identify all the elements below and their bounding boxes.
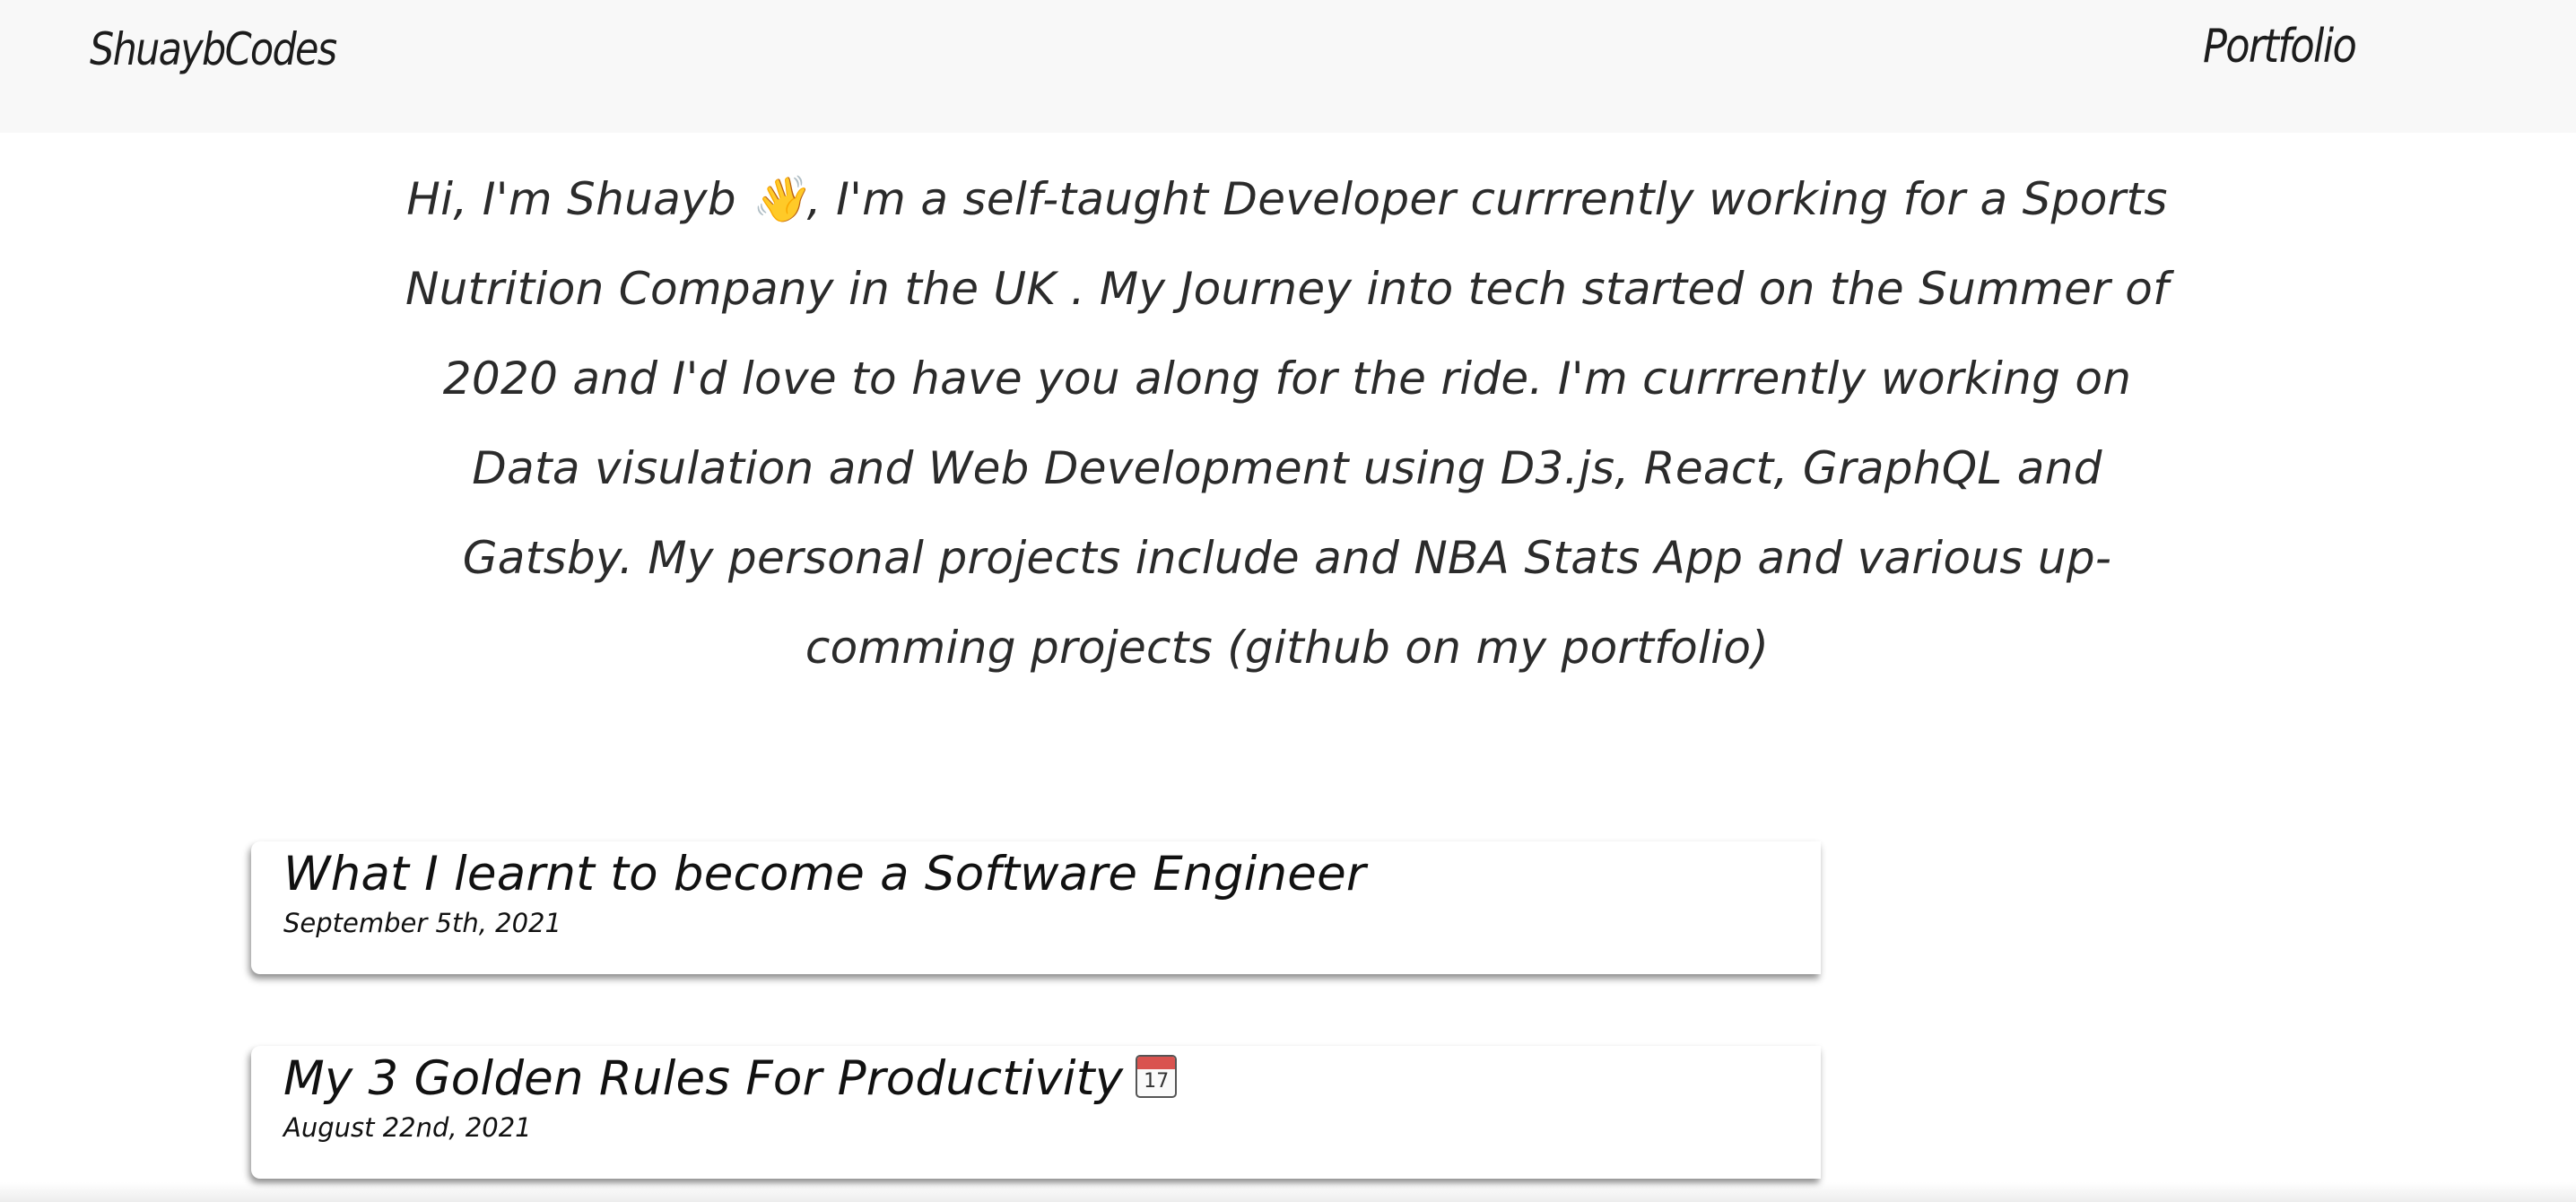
post-title[interactable]: What I learnt to become a Software Engin… bbox=[283, 847, 1366, 902]
post-title-text: My 3 Golden Rules For Productivity bbox=[283, 1051, 1124, 1106]
nav-link-portfolio[interactable]: Portfolio bbox=[2203, 20, 2357, 74]
post-title[interactable]: My 3 Golden Rules For Productivity 17 bbox=[283, 1051, 1178, 1106]
post-card[interactable]: My 3 Golden Rules For Productivity 17 Aug… bbox=[251, 1046, 1821, 1179]
page-bottom-fade bbox=[0, 1182, 2576, 1202]
brand-link[interactable]: ShuaybCodes bbox=[90, 23, 337, 75]
calendar-icon: 17 bbox=[1136, 1055, 1178, 1098]
post-date: August 22nd, 2021 bbox=[283, 1112, 532, 1143]
post-card[interactable]: What I learnt to become a Software Engin… bbox=[251, 841, 1821, 974]
calendar-icon-header bbox=[1137, 1057, 1176, 1069]
post-date: September 5th, 2021 bbox=[283, 908, 561, 938]
navbar: ShuaybCodes Portfolio bbox=[0, 0, 2576, 133]
post-title-text: What I learnt to become a Software Engin… bbox=[283, 847, 1366, 902]
calendar-icon-number: 17 bbox=[1144, 1070, 1170, 1093]
intro-paragraph: Hi, I'm Shuayb 👋, I'm a self-taught Deve… bbox=[405, 173, 2170, 674]
